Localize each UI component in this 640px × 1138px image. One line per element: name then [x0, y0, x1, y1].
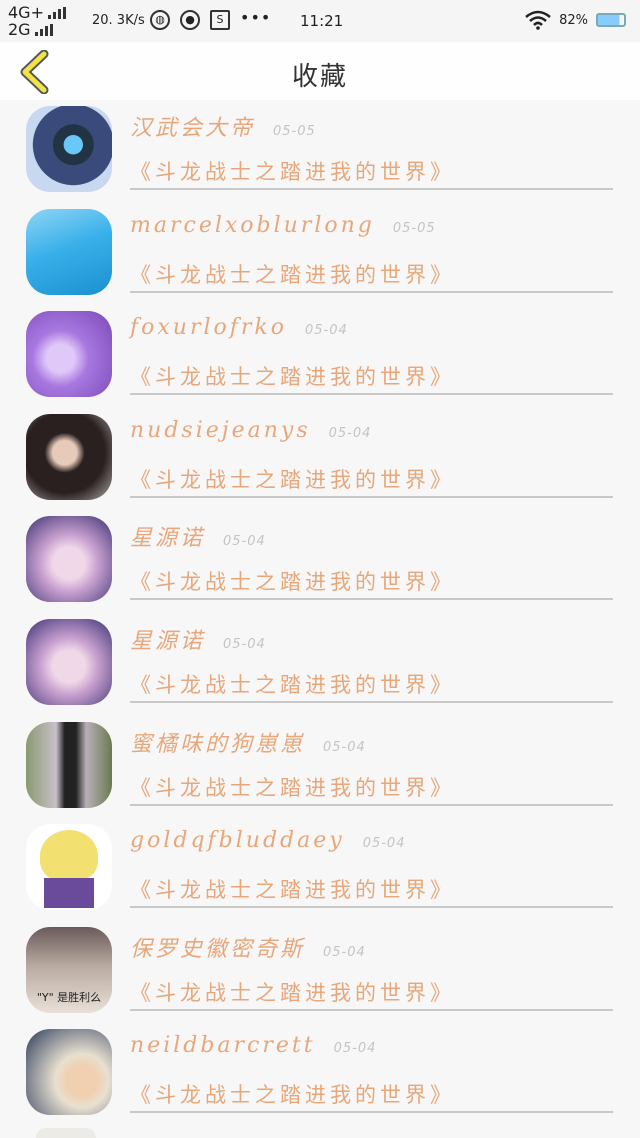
favorites-list: 汉武会大帝 05-05 《斗龙战士之踏进我的世界》 marcelxoblurlon… — [0, 100, 640, 1126]
avatar — [26, 208, 112, 295]
work-title[interactable]: 《斗龙战士之踏进我的世界》 — [130, 361, 613, 391]
work-title[interactable]: 《斗龙战士之踏进我的世界》 — [130, 156, 613, 186]
wifi-icon — [525, 10, 551, 30]
list-item[interactable]: 蜜橘味的狗崽崽 05-04 《斗龙战士之踏进我的世界》 — [0, 716, 640, 819]
list-item[interactable]: goldqfbluddaey 05-04 《斗龙战士之踏进我的世界》 — [0, 818, 640, 921]
date: 05-05 — [273, 124, 316, 139]
list-item[interactable]: neildbarcrett 05-04 《斗龙战士之踏进我的世界》 — [0, 1023, 640, 1126]
avatar: "Y" 是胜利么 — [26, 926, 112, 1013]
date: 05-04 — [223, 534, 266, 550]
network-type-bottom: 2G — [8, 20, 31, 39]
work-title[interactable]: 《斗龙战士之踏进我的世界》 — [130, 1079, 613, 1109]
avatar — [26, 721, 112, 808]
more-icon: ••• — [240, 8, 272, 27]
avatar — [36, 1128, 96, 1138]
work-title[interactable]: 《斗龙战士之踏进我的世界》 — [130, 669, 613, 699]
list-item[interactable]: 汉武会大帝 05-05 《斗龙战士之踏进我的世界》 — [0, 100, 640, 203]
network-indicator: 4G+ 2G — [8, 4, 88, 38]
work-title[interactable]: 《斗龙战士之踏进我的世界》 — [130, 772, 613, 802]
work-title[interactable]: 《斗龙战士之踏进我的世界》 — [130, 259, 613, 289]
avatar — [26, 413, 112, 500]
username[interactable]: 星源诺 — [130, 623, 205, 655]
date: 05-04 — [362, 836, 406, 852]
date: 05-04 — [305, 323, 348, 339]
list-item[interactable]: 星源诺 05-04 《斗龙战士之踏进我的世界》 — [0, 510, 640, 613]
date: 05-04 — [333, 1041, 377, 1057]
avatar — [26, 516, 112, 603]
work-title[interactable]: 《斗龙战士之踏进我的世界》 — [130, 874, 613, 904]
list-item[interactable]: "Y" 是胜利么 保罗史徽密奇斯 05-04 《斗龙战士之踏进我的世界》 — [0, 921, 640, 1024]
clock: 11:21 — [300, 12, 344, 30]
status-bar: 4G+ 2G 20. 3K/s ◍ ● S ••• 11:21 82% — [0, 0, 640, 42]
username[interactable]: 保罗史徽密奇斯 — [130, 931, 305, 963]
avatar — [26, 618, 112, 705]
s-app-icon: S — [210, 10, 230, 30]
status-right: 82% — [525, 10, 626, 30]
network-speed: 20. 3K/s — [92, 13, 145, 28]
battery-percent: 82% — [559, 12, 588, 28]
list-item[interactable]: marcelxoblurlong 05-05 《斗龙战士之踏进我的世界》 — [0, 203, 640, 306]
username[interactable]: goldqfbluddaey — [130, 828, 345, 853]
avatar — [26, 1029, 112, 1116]
username[interactable]: marcelxoblurlong — [130, 213, 375, 238]
username[interactable]: 汉武会大帝 — [130, 110, 255, 142]
username[interactable]: neildbarcrett — [130, 1033, 316, 1058]
date: 05-05 — [392, 220, 436, 236]
date: 05-04 — [223, 636, 266, 652]
avatar — [26, 311, 112, 398]
list-item[interactable]: nudsiejeanys 05-04 《斗龙战士之踏进我的世界》 — [0, 408, 640, 511]
signal-icon — [34, 23, 53, 36]
username[interactable]: 蜜橘味的狗崽崽 — [130, 726, 305, 758]
avatar — [26, 106, 112, 192]
signal-icon — [47, 6, 66, 19]
work-title[interactable]: 《斗龙战士之踏进我的世界》 — [130, 977, 613, 1007]
page-title: 收藏 — [291, 62, 348, 92]
work-title[interactable]: 《斗龙战士之踏进我的世界》 — [130, 464, 613, 494]
battery-icon — [596, 13, 626, 27]
date: 05-04 — [323, 944, 366, 960]
globe-icon: ◍ — [150, 10, 170, 30]
notification-icons: ◍ ● S ••• — [150, 10, 271, 30]
username[interactable]: foxurlofrko — [130, 315, 287, 340]
avatar-caption: "Y" 是胜利么 — [36, 990, 102, 1004]
list-item[interactable]: foxurlofrko 05-04 《斗龙战士之踏进我的世界》 — [0, 305, 640, 408]
header-bar: 收藏 — [0, 42, 640, 100]
username[interactable]: nudsiejeanys — [130, 418, 311, 443]
wechat-icon: ● — [180, 10, 200, 30]
username[interactable]: 星源诺 — [130, 520, 205, 552]
network-type-top: 4G+ — [8, 3, 44, 22]
date: 05-04 — [328, 425, 372, 441]
work-title[interactable]: 《斗龙战士之踏进我的世界》 — [130, 566, 613, 596]
date: 05-04 — [323, 739, 366, 755]
avatar — [26, 824, 112, 911]
list-item[interactable]: 星源诺 05-04 《斗龙战士之踏进我的世界》 — [0, 613, 640, 716]
